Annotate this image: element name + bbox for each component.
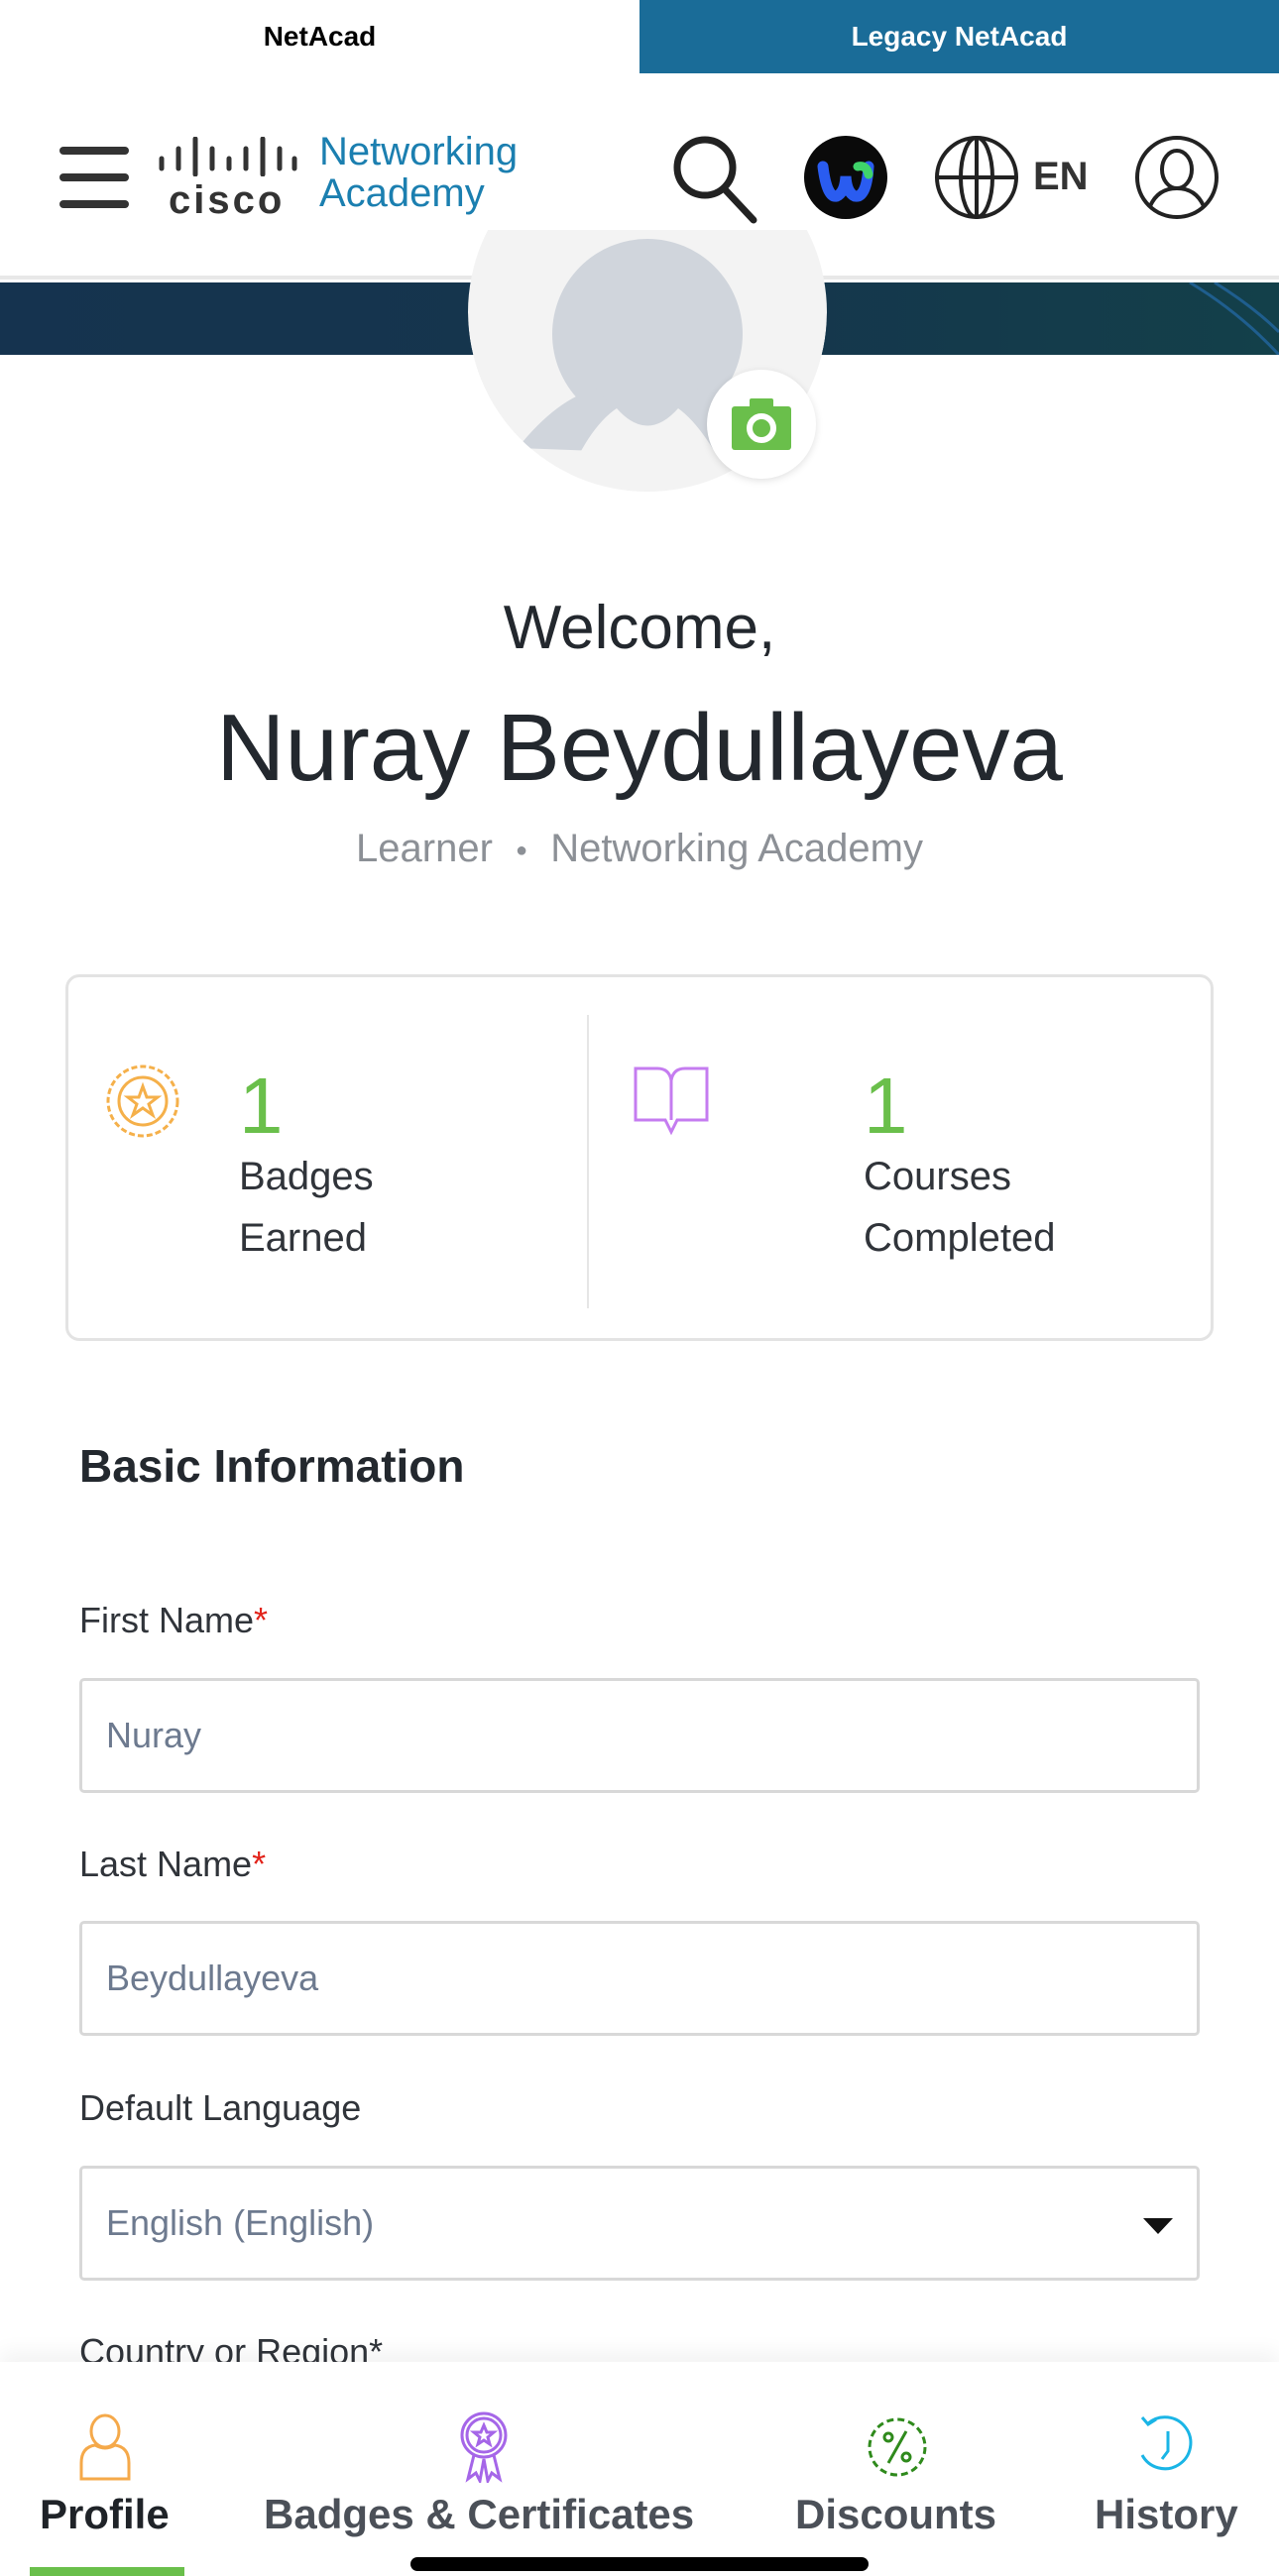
stat-courses-completed[interactable]: 1 Courses Completed (590, 977, 1211, 1338)
nav-badges-certificates[interactable]: Badges & Certificates (248, 2362, 724, 2576)
banner-decoration (1189, 282, 1279, 355)
user-role: Learner (356, 827, 493, 870)
last-name-label-text: Last Name (79, 1844, 253, 1884)
history-icon (1140, 2415, 1193, 2471)
user-role-line: Learner ● Networking Academy (0, 827, 1279, 871)
last-name-input[interactable]: Beydullayeva (79, 1921, 1200, 2036)
first-name-input[interactable]: Nuray (79, 1678, 1200, 1793)
menu-icon[interactable] (59, 147, 129, 208)
stats-divider (587, 1015, 589, 1308)
profile-icon (79, 2413, 131, 2481)
badge-ribbon-icon (460, 2411, 508, 2483)
cisco-logo[interactable]: cisco (159, 136, 297, 222)
nav-profile-label: Profile (40, 2491, 170, 2537)
default-language-value: English (English) (106, 2202, 375, 2243)
caret-down-icon (1143, 2218, 1173, 2234)
nav-badges-label: Badges & Certificates (264, 2491, 695, 2537)
required-mark: * (254, 1600, 269, 1640)
search-icon[interactable] (672, 135, 761, 224)
book-icon (634, 1066, 709, 1136)
change-photo-button[interactable] (707, 370, 816, 479)
badges-label-1: Badges (239, 1155, 374, 1198)
courses-label-2: Completed (864, 1216, 1056, 1260)
tab-legacy-netacad[interactable]: Legacy NetAcad (640, 0, 1279, 73)
logo-academy: Academy (319, 171, 485, 215)
cisco-bars-icon (159, 136, 297, 177)
separator-dot: ● (516, 839, 528, 861)
user-account-icon[interactable] (1134, 135, 1220, 220)
camera-icon (732, 398, 791, 450)
tab-netacad[interactable]: NetAcad (0, 0, 640, 73)
default-language-label: Default Language (79, 2087, 362, 2128)
stats-card: 1 Badges Earned 1 Courses Completed (65, 974, 1214, 1341)
language-code[interactable]: EN (1033, 155, 1089, 199)
nav-discounts[interactable]: Discounts (783, 2362, 1021, 2576)
home-indicator (410, 2557, 869, 2571)
globe-icon[interactable] (934, 135, 1019, 220)
courses-label-1: Courses (864, 1155, 1011, 1198)
nav-discounts-label: Discounts (795, 2491, 997, 2537)
badge-icon (106, 1064, 179, 1138)
webex-icon[interactable] (803, 135, 888, 220)
nav-history[interactable]: History (1081, 2362, 1279, 2576)
nav-history-label: History (1095, 2491, 1238, 2537)
badges-count: 1 (239, 1062, 284, 1150)
first-name-label: First Name* (79, 1600, 268, 1641)
stat-badges-earned[interactable]: 1 Badges Earned (68, 977, 584, 1338)
section-title: Basic Information (79, 1440, 465, 1492)
nav-profile[interactable]: Profile (0, 2362, 208, 2576)
logo-networking: Networking (319, 130, 519, 173)
active-tab-indicator (30, 2567, 184, 2576)
badges-label-2: Earned (239, 1216, 367, 1260)
user-organization: Networking Academy (550, 827, 923, 870)
first-name-label-text: First Name (79, 1600, 255, 1640)
cisco-wordmark: cisco (169, 178, 286, 222)
user-name: Nuray Beydullayeva (216, 695, 1063, 801)
default-language-select[interactable]: English (English) (79, 2166, 1200, 2281)
bottom-nav: Profile Badges & Certificates Discounts … (0, 2362, 1279, 2576)
last-name-label: Last Name* (79, 1844, 266, 1885)
welcome-text: Welcome, (503, 594, 776, 662)
discount-icon (868, 2417, 927, 2477)
required-mark: * (252, 1844, 267, 1884)
courses-count: 1 (864, 1062, 908, 1150)
